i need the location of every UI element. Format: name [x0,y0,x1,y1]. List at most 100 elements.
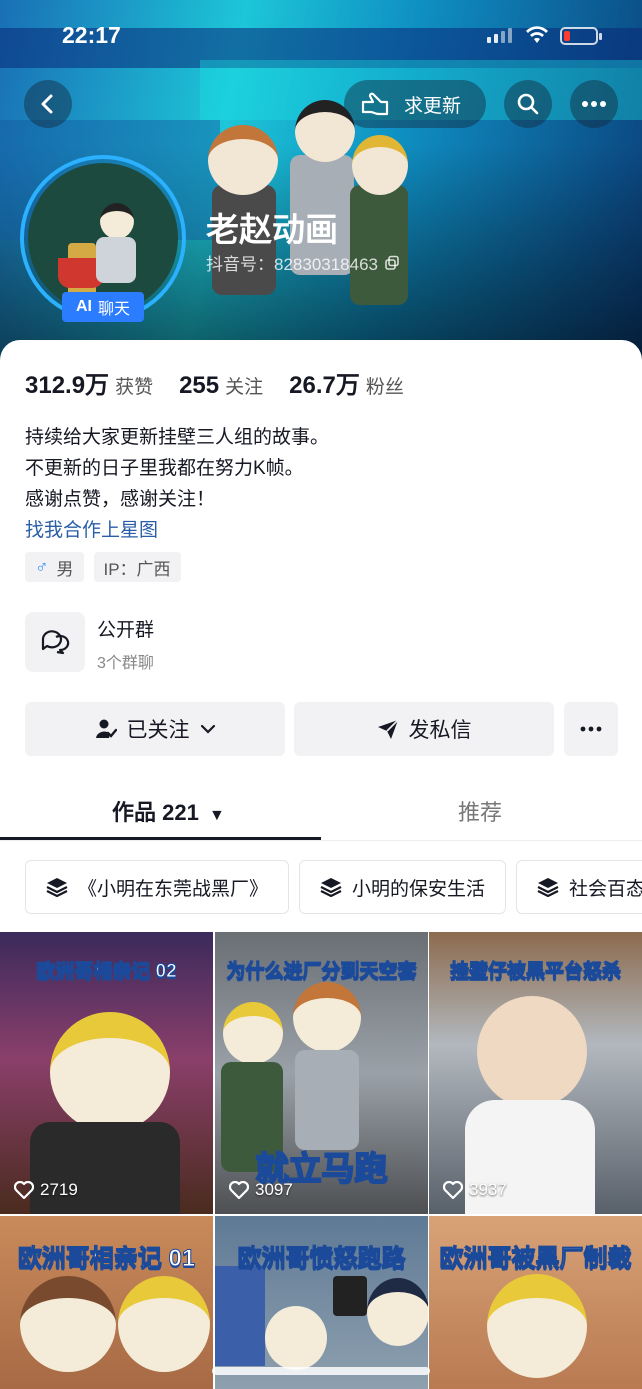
stat-label: 获赞 [115,377,154,398]
user-check-icon [95,719,117,738]
stat-followers[interactable]: 26.7万 粉丝 [289,365,404,400]
heart-icon [14,1181,34,1199]
profile-tags: ♂ 男 IP：广西 [25,552,181,582]
wifi-icon [526,26,548,43]
collection-chips: 《小明在东莞战黑厂》 小明的保安生活 社会百态 [25,860,642,914]
more-icon [580,726,602,732]
profile-name: 老赵动画 [206,211,338,248]
video-likes: 3097 [229,1180,293,1200]
pointing-hand-icon [361,92,389,116]
group-subtitle: 3个群聊 [97,655,154,672]
video-title: 欧洲哥愤怒跑路 [237,1245,406,1273]
search-icon [517,93,539,115]
caret-down-icon: ▼ [208,807,225,824]
chevron-left-icon [41,94,53,114]
tab-recommend[interactable]: 推荐 [458,795,502,827]
collection-label: 小明的保安生活 [352,878,486,900]
ai-chat-badge[interactable]: AI 聊天 [62,292,144,322]
video-tile[interactable]: 欧洲哥相亲记 01 [0,1216,213,1389]
avatar-image [28,163,178,313]
stat-label: 粉丝 [365,377,404,398]
followed-label: 已关注 [126,719,190,742]
collection-chip[interactable]: 社会百态 [516,860,642,914]
ai-badge-label: 聊天 [97,301,130,318]
followed-button[interactable]: 已关注 [25,702,285,756]
bio-line: 不更新的日子里我都在努力K帧。 [25,458,304,479]
tab-works-label: 作品 221 [112,800,199,825]
gender-tag: ♂ 男 [25,552,84,582]
douyin-id-text: 抖音号：82830318463 [206,255,379,274]
ai-badge-ai: AI [75,298,92,315]
more-icon [582,101,606,107]
more-button[interactable] [570,80,618,128]
battery-icon [560,27,602,45]
video-likes-count: 2719 [40,1180,78,1199]
stat-value: 255 [179,372,220,399]
collection-label: 社会百态 [569,878,642,900]
stats-row: 312.9万 获赞 255 关注 26.7万 粉丝 [25,365,430,400]
video-title: 欧洲哥被黑厂制裁 [439,1245,632,1273]
video-likes-count: 3937 [469,1180,507,1199]
chevron-down-icon [200,724,215,734]
tab-indicator [0,837,321,840]
copy-icon[interactable] [384,255,400,271]
signal-icon [487,28,512,43]
video-tile[interactable]: 欧洲哥相亲记 02 2719 [0,932,213,1214]
video-likes-count: 3097 [255,1180,293,1199]
stat-label: 关注 [225,377,264,398]
video-thumbnail [20,1276,116,1372]
video-thumbnail [487,1274,587,1378]
douyin-id[interactable]: 抖音号：82830318463 [206,250,400,275]
bio-line: 持续给大家更新挂壁三人组的故事。 [25,427,330,448]
back-button[interactable] [24,80,72,128]
group-title[interactable]: 公开群 [97,615,154,642]
layers-icon [320,878,342,897]
video-title: 欧洲哥相亲记 01 [17,1245,196,1273]
layers-icon [46,878,68,897]
status-bar: 22:17 [0,0,642,70]
video-thumbnail [293,982,361,1052]
profile-tabs: 作品 221 ▼ 推荐 [0,783,642,841]
video-tile[interactable]: 欧洲哥愤怒跑路 [215,1216,428,1389]
more-actions-button[interactable] [564,702,618,756]
video-likes: 2719 [14,1180,78,1200]
tab-works[interactable]: 作品 221 ▼ [112,795,225,827]
collection-label: 《小明在东莞战黑厂》 [78,878,269,900]
heart-icon [443,1181,463,1199]
home-indicator [212,1367,430,1375]
video-thumbnail [118,1276,210,1372]
gender-label: 男 [56,559,74,579]
video-thumbnail [265,1306,327,1370]
video-thumbnail [50,1012,170,1132]
request-update-label: 求更新 [404,95,462,117]
message-label: 发私信 [408,719,472,742]
heart-icon [229,1181,249,1199]
video-title: 为什么进厂分到天空套 [226,961,417,983]
status-time: 22:17 [62,22,121,48]
stat-following[interactable]: 255 关注 [179,372,263,400]
video-tile[interactable]: 挂壁仔被黑平台怒杀 3937 [429,932,642,1214]
request-update-button[interactable]: 求更新 [344,80,486,128]
video-thumbnail [367,1278,428,1346]
collection-chip[interactable]: 《小明在东莞战黑厂》 [25,860,290,914]
video-likes: 3937 [443,1180,507,1200]
male-icon: ♂ [35,556,49,577]
message-button[interactable]: 发私信 [294,702,554,756]
video-thumbnail [223,1002,283,1064]
video-thumbnail [477,996,587,1108]
bio-line: 感谢点赞，感谢关注！ [25,489,216,510]
layers-icon [537,878,559,897]
search-button[interactable] [504,80,552,128]
stat-likes[interactable]: 312.9万 获赞 [25,365,153,400]
video-tile[interactable]: 为什么进厂分到天空套 就立马跑 3097 [215,932,428,1214]
video-tile[interactable]: 欧洲哥被黑厂制裁 [429,1216,642,1389]
video-title: 挂壁仔被黑平台怒杀 [449,961,621,983]
video-title: 欧洲哥相亲记 02 [36,961,177,983]
send-icon [377,719,399,739]
ip-label: IP：广西 [103,559,171,579]
bio-link[interactable]: 找我合作上星图 [25,515,329,546]
collection-chip[interactable]: 小明的保安生活 [299,860,507,914]
group-chat-icon[interactable] [25,612,85,672]
stat-value: 26.7万 [289,372,360,399]
stat-value: 312.9万 [25,372,110,399]
